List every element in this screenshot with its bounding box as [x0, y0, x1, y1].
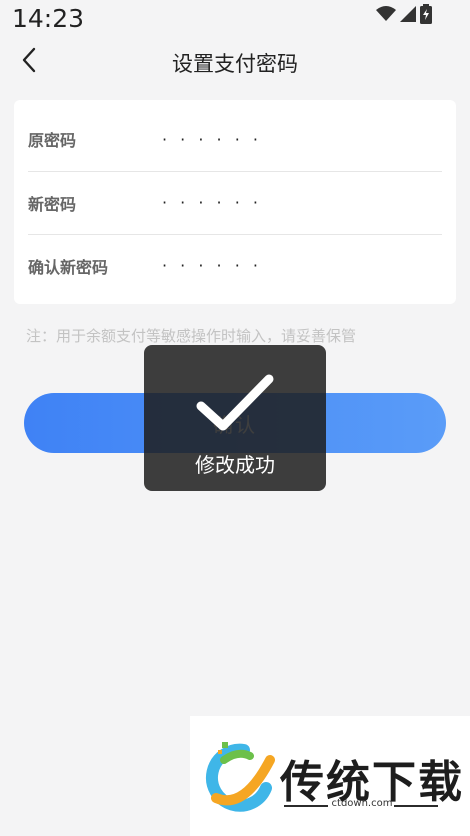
password-form: 原密码 · · · · · · 新密码 · · · · · · 确认新密码 · … [14, 100, 456, 304]
old-password-label: 原密码 [28, 131, 77, 150]
confirm-password-field[interactable]: · · · · · · [162, 256, 262, 275]
checkmark-icon [196, 373, 274, 437]
confirm-password-row[interactable]: 确认新密码 · · · · · · [28, 234, 442, 296]
new-password-row[interactable]: 新密码 · · · · · · [28, 171, 442, 233]
success-toast: 修改成功 [144, 345, 326, 491]
watermark-divider [284, 805, 328, 807]
new-password-field[interactable]: · · · · · · [162, 193, 262, 212]
nav-bar: 设置支付密码 [0, 40, 470, 84]
old-password-field[interactable]: · · · · · · [162, 130, 262, 149]
old-password-row[interactable]: 原密码 · · · · · · [28, 108, 442, 170]
status-time: 14:23 [12, 4, 85, 33]
page-title: 设置支付密码 [172, 52, 298, 76]
watermark-url: ctdown.com [331, 798, 393, 809]
signal-icon [400, 6, 416, 26]
watermark: 传统下载 ctdown.com [190, 716, 470, 836]
status-icons [376, 4, 432, 28]
new-password-label: 新密码 [28, 194, 77, 214]
ctdown-logo-icon [204, 740, 276, 820]
wifi-icon [376, 6, 396, 26]
battery-icon [420, 4, 432, 28]
toast-message: 修改成功 [195, 453, 275, 477]
confirm-password-label: 确认新密码 [28, 257, 109, 277]
security-note: 注：用于余额支付等敏感操作时输入，请妥善保管 [26, 327, 357, 345]
watermark-divider [394, 805, 438, 807]
status-bar: 14:23 [0, 0, 470, 40]
